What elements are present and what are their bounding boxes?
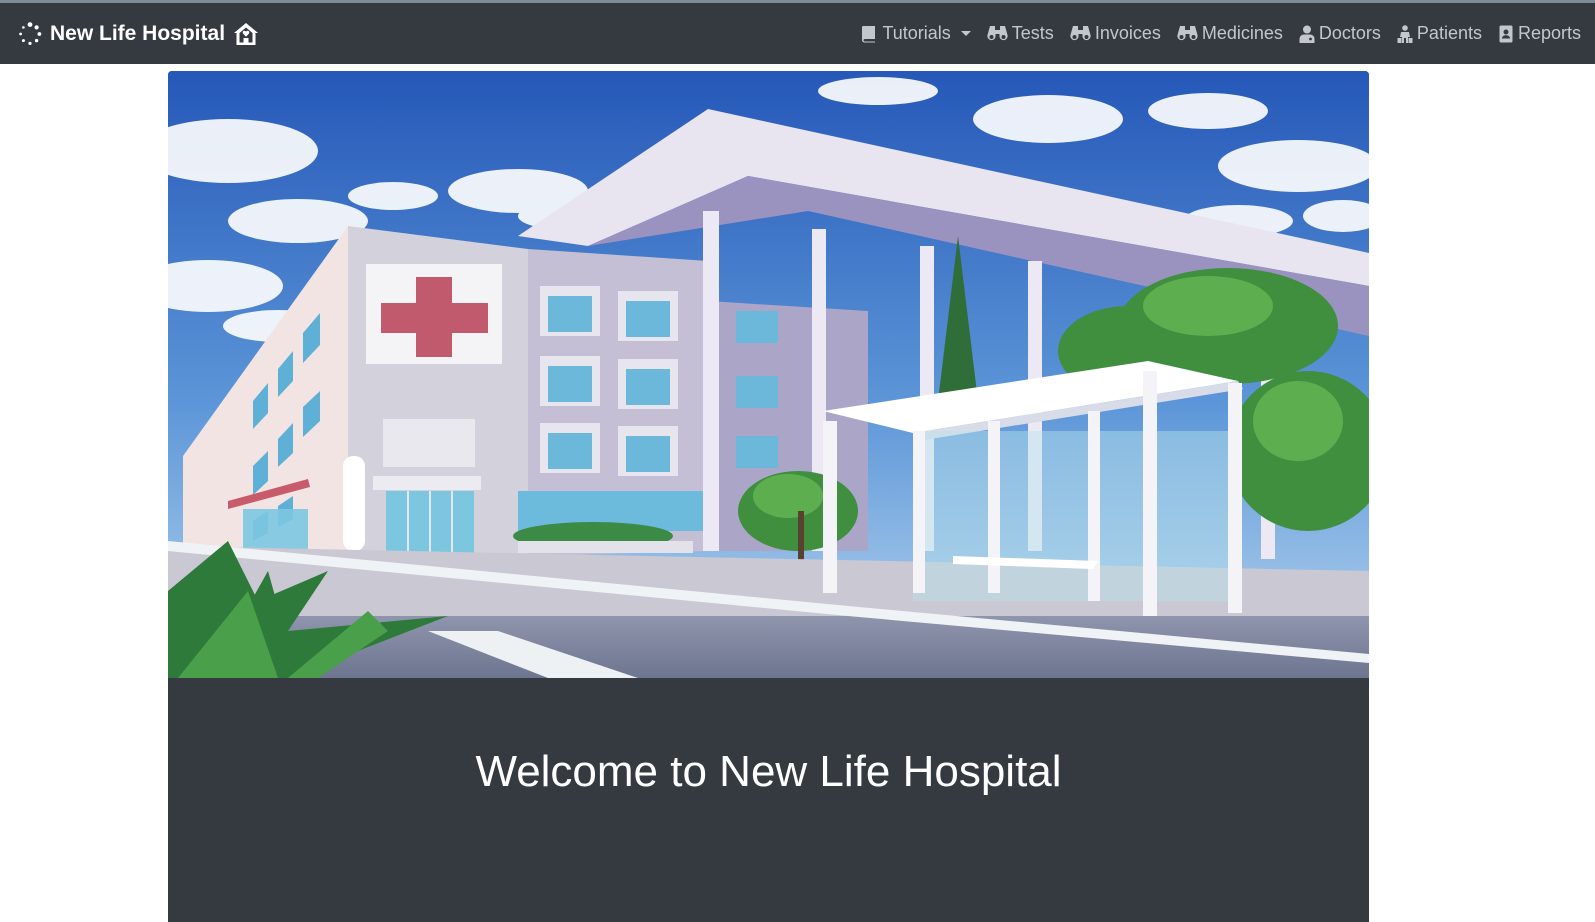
nav-label-patients: Patients (1416, 23, 1482, 43)
binoculars-icon (1070, 26, 1091, 41)
loading-spinner-icon (19, 21, 42, 45)
nav-menu: Tutorials Tests Invoices Medicines Docto… (861, 3, 1581, 64)
nav-label-invoices: Invoices (1094, 23, 1161, 43)
nav-patients[interactable]: Patients (1397, 23, 1482, 44)
brand-title: New Life Hospital (50, 21, 226, 45)
navbar: New Life Hospital Tutorials Tests Invoic… (0, 3, 1595, 64)
welcome-card: Welcome to New Life Hospital (168, 71, 1369, 922)
nav-tutorials-dropdown[interactable]: Tutorials (861, 23, 971, 44)
nav-medicines[interactable]: Medicines (1177, 23, 1283, 44)
hero-image (168, 71, 1369, 678)
nav-label-reports: Reports (1517, 23, 1581, 43)
nav-doctors[interactable]: Doctors (1299, 23, 1381, 44)
nav-invoices[interactable]: Invoices (1070, 23, 1161, 44)
nav-label-doctors: Doctors (1318, 23, 1381, 43)
nav-label-medicines: Medicines (1201, 23, 1283, 43)
nav-label-tutorials: Tutorials (882, 23, 951, 43)
chevron-down-icon (960, 31, 971, 36)
nav-label-tests: Tests (1011, 23, 1054, 43)
nav-reports[interactable]: Reports (1498, 23, 1581, 44)
person-icon (1397, 24, 1413, 43)
welcome-heading: Welcome to New Life Hospital (475, 747, 1062, 796)
book-icon (862, 25, 876, 42)
binoculars-icon (1177, 26, 1198, 41)
user-icon (1299, 25, 1315, 43)
binoculars-icon (987, 26, 1008, 41)
nav-tests[interactable]: Tests (987, 23, 1054, 44)
brand-link[interactable]: New Life Hospital (18, 3, 259, 64)
house-icon (234, 22, 259, 45)
contact-book-icon (1499, 25, 1513, 42)
